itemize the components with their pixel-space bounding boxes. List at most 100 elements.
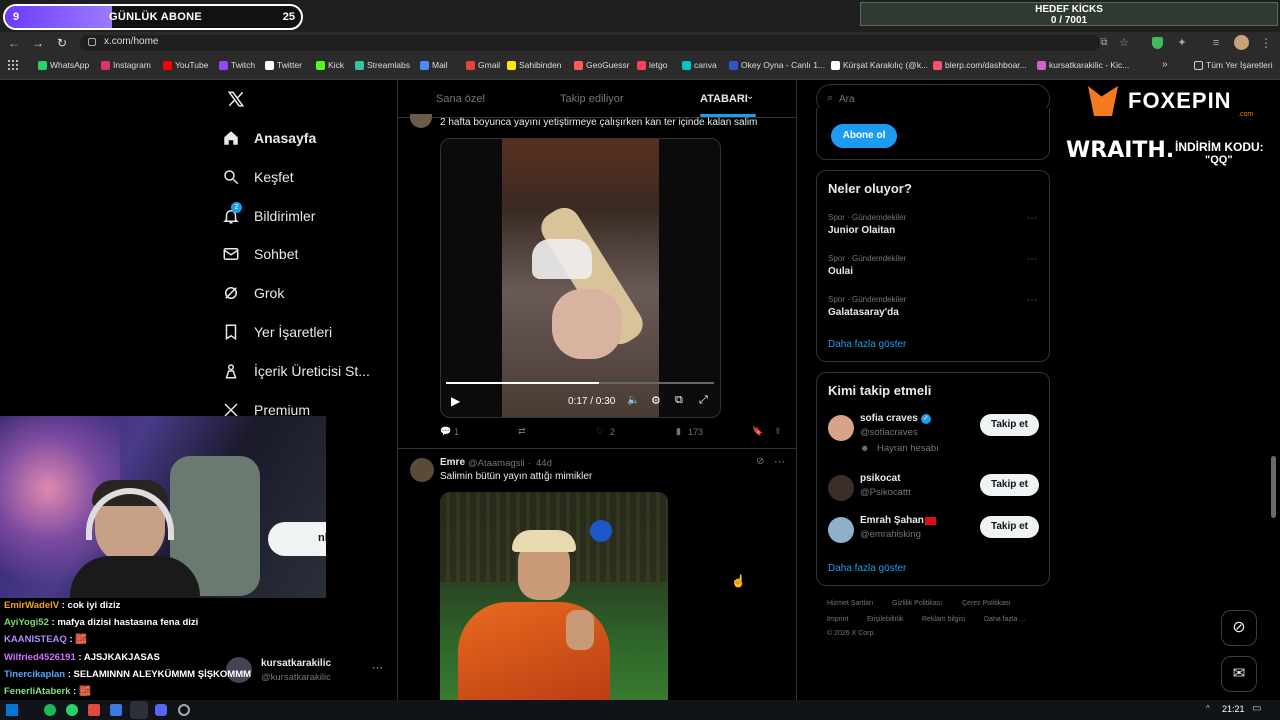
- footer-link[interactable]: Hizmet Şartları: [827, 600, 873, 607]
- bookmark-twitter[interactable]: Twitter: [265, 60, 302, 70]
- footer-link[interactable]: Gizlilik Politikası: [892, 600, 942, 607]
- show-more-link[interactable]: Daha fazla göster: [828, 563, 906, 574]
- bookmark-okey[interactable]: Okey Oyna - Canlı 1...: [729, 60, 825, 70]
- bookmark-kick[interactable]: Kick: [316, 60, 344, 70]
- post-avatar[interactable]: [410, 458, 434, 482]
- pip-icon[interactable]: ⧉: [675, 394, 683, 407]
- follow-button[interactable]: Takip et: [980, 516, 1039, 538]
- reload-icon[interactable]: ↻: [54, 35, 70, 51]
- nav-item-grok[interactable]: Grok: [222, 274, 284, 312]
- follow-avatar[interactable]: [828, 517, 854, 543]
- bookmark-blerpcomdashboar[interactable]: blerp.com/dashboar...: [933, 60, 1027, 70]
- shield-extension-icon[interactable]: [1152, 37, 1163, 49]
- tab-for-you[interactable]: Sana özel: [436, 93, 485, 105]
- x-logo-icon[interactable]: [227, 90, 245, 108]
- menu-kebab-icon[interactable]: ⋮: [1258, 35, 1274, 51]
- footer-link[interactable]: Imprint: [827, 616, 848, 623]
- bookmark-twitch[interactable]: Twitch: [219, 60, 255, 70]
- post-author-handle[interactable]: @Ataamagsli: [468, 458, 525, 469]
- subscribe-button[interactable]: Abone ol: [831, 124, 897, 148]
- more-icon[interactable]: ⋯: [372, 661, 383, 674]
- post-age[interactable]: 44d: [536, 458, 552, 469]
- follow-button[interactable]: Takip et: [980, 414, 1039, 436]
- start-icon[interactable]: [6, 704, 18, 716]
- follow-avatar[interactable]: [828, 415, 854, 441]
- bookmark-krat[interactable]: Kürşat Karakılıç (@k...: [831, 60, 928, 70]
- footer-link[interactable]: Erişilebilirlik: [867, 616, 904, 623]
- footer-link[interactable]: Reklam bilgisi: [922, 616, 965, 623]
- video-player[interactable]: ▶ 0:17 / 0:30 🔈 ⚙ ⧉ ⤢: [440, 138, 721, 418]
- site-info-icon[interactable]: [88, 38, 96, 46]
- nav-item-search[interactable]: Keşfet: [222, 158, 294, 196]
- fullscreen-icon[interactable]: ⤢: [699, 394, 708, 407]
- more-icon[interactable]: ⋯: [1027, 254, 1037, 265]
- follow-avatar[interactable]: [828, 475, 854, 501]
- bookmark-whatsapp[interactable]: WhatsApp: [38, 60, 89, 70]
- nav-item-creator[interactable]: İçerik Üreticisi St...: [222, 352, 370, 390]
- bookmark-mail[interactable]: Mail: [420, 60, 448, 70]
- profile-avatar[interactable]: [1234, 35, 1249, 50]
- obs-icon[interactable]: [178, 704, 190, 716]
- apps-grid-icon[interactable]: [8, 60, 18, 70]
- discord-icon[interactable]: [155, 704, 167, 716]
- trend-title[interactable]: Galatasaray'da: [828, 307, 899, 318]
- follow-name[interactable]: psikocat: [860, 473, 901, 484]
- install-icon[interactable]: ⧉: [1096, 35, 1112, 51]
- more-icon[interactable]: ⋯: [1027, 213, 1037, 224]
- bookmark-instagram[interactable]: Instagram: [101, 60, 151, 70]
- nav-item-bookmark[interactable]: Yer İşaretleri: [222, 313, 332, 351]
- play-icon[interactable]: ▶: [451, 394, 460, 408]
- volume-icon[interactable]: 🔈: [627, 395, 639, 406]
- post-button[interactable]: nla: [268, 522, 326, 556]
- extensions-icon[interactable]: ✦: [1174, 35, 1190, 51]
- footer-link[interactable]: Daha fazla ...: [984, 616, 1025, 623]
- post-author-name[interactable]: Emre: [440, 457, 465, 468]
- bookmark-icon[interactable]: 🔖: [752, 426, 763, 437]
- forward-icon[interactable]: →: [30, 35, 46, 51]
- omnibox[interactable]: [80, 35, 1100, 51]
- notification-icon[interactable]: ▭: [1252, 703, 1261, 714]
- repost-icon[interactable]: ⇄: [518, 426, 526, 437]
- bookmark-canva[interactable]: canva: [682, 60, 717, 70]
- star-icon[interactable]: ☆: [1116, 35, 1132, 51]
- post-avatar[interactable]: [410, 114, 432, 128]
- app-taskbar-icon[interactable]: [110, 704, 122, 716]
- nav-item-home[interactable]: Anasayfa: [222, 119, 316, 157]
- bookmark-kursatkarakilic[interactable]: kursatkarakilic - Kic...: [1037, 60, 1129, 70]
- settings-gear-icon[interactable]: ⚙: [651, 394, 661, 407]
- reply-icon[interactable]: 💬: [440, 426, 451, 437]
- spotify-icon[interactable]: [44, 704, 56, 716]
- trend-title[interactable]: Oulai: [828, 266, 853, 277]
- follow-name[interactable]: Emrah Şahan: [860, 515, 924, 526]
- all-bookmarks-folder[interactable]: Tüm Yer İşaretleri: [1194, 60, 1273, 70]
- search-input[interactable]: Ara: [839, 94, 855, 105]
- grok-icon[interactable]: ⊘: [756, 456, 764, 467]
- bookmark-streamlabs[interactable]: Streamlabs: [355, 60, 410, 70]
- show-more-link[interactable]: Daha fazla göster: [828, 339, 906, 350]
- more-icon[interactable]: ⋯: [1027, 295, 1037, 306]
- media-icon[interactable]: ≡: [1208, 35, 1224, 51]
- more-icon[interactable]: ⋯: [774, 455, 785, 468]
- whatsapp-taskbar-icon[interactable]: [66, 704, 78, 716]
- chevron-down-icon[interactable]: ⌄: [746, 91, 754, 102]
- grok-float-icon[interactable]: ⊘: [1221, 610, 1257, 646]
- messages-float-icon[interactable]: ✉: [1221, 656, 1257, 692]
- footer-link[interactable]: Çerez Politikası: [962, 600, 1011, 607]
- chrome-taskbar-icon[interactable]: [130, 701, 148, 719]
- bookmark-youtube[interactable]: YouTube: [163, 60, 208, 70]
- video-scrubber[interactable]: [446, 382, 714, 384]
- page-scrollbar[interactable]: [1271, 456, 1276, 518]
- trend-title[interactable]: Junior Olaitan: [828, 225, 895, 236]
- tab-following[interactable]: Takip ediliyor: [560, 93, 624, 105]
- bookmark-gmail[interactable]: Gmail: [466, 60, 500, 70]
- follow-name[interactable]: sofia craves: [860, 413, 918, 424]
- tab-atabari[interactable]: ATABARI: [700, 93, 748, 105]
- views-icon[interactable]: ▮: [676, 426, 681, 437]
- url-text[interactable]: x.com/home: [104, 36, 158, 47]
- bookmarks-overflow-icon[interactable]: »: [1162, 59, 1168, 70]
- nav-item-mail[interactable]: Sohbet: [222, 235, 298, 273]
- app-taskbar-icon[interactable]: [88, 704, 100, 716]
- bookmark-letgo[interactable]: letgo: [637, 60, 667, 70]
- bookmark-geoguessr[interactable]: GeoGuessr: [574, 60, 629, 70]
- back-icon[interactable]: ←: [6, 35, 22, 51]
